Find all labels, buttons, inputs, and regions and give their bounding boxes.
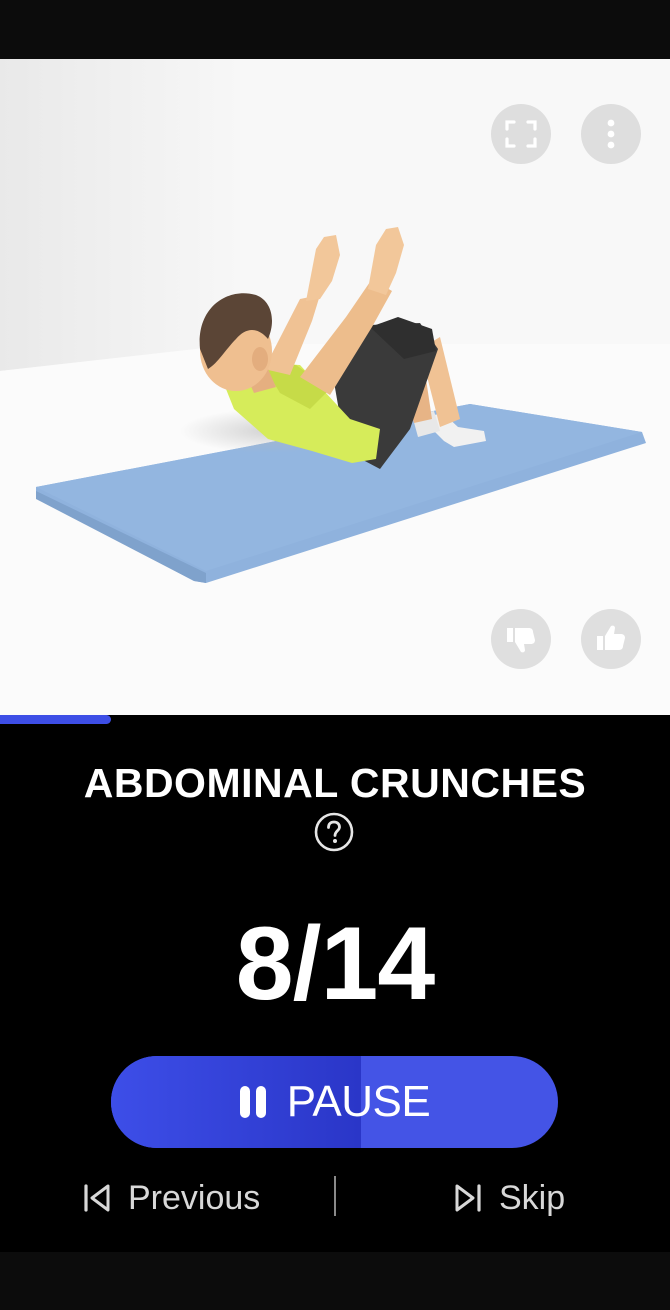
fullscreen-icon bbox=[505, 120, 537, 148]
more-options-button[interactable] bbox=[581, 104, 641, 164]
exercise-illustration bbox=[0, 59, 670, 715]
skip-previous-icon bbox=[84, 1184, 110, 1212]
exercise-navigation: Previous Skip bbox=[0, 1170, 670, 1226]
exercise-title: ABDOMINAL CRUNCHES bbox=[83, 760, 587, 806]
pause-button[interactable]: PAUSE bbox=[111, 1056, 558, 1148]
skip-next-icon bbox=[455, 1184, 481, 1212]
dislike-button[interactable] bbox=[491, 609, 551, 669]
rep-counter: 8/14 bbox=[235, 906, 435, 1022]
thumbs-up-icon bbox=[597, 625, 625, 650]
system-navigation-bar bbox=[0, 1252, 670, 1310]
workout-progress-bar bbox=[0, 715, 670, 724]
skip-button[interactable]: Skip bbox=[453, 1170, 565, 1226]
help-button[interactable] bbox=[314, 812, 354, 852]
thumbs-down-icon bbox=[507, 628, 535, 653]
pause-icon bbox=[239, 1086, 266, 1118]
like-button[interactable] bbox=[581, 609, 641, 669]
nav-divider bbox=[334, 1176, 336, 1216]
help-circle-icon bbox=[314, 812, 354, 852]
skip-label: Skip bbox=[499, 1178, 566, 1217]
previous-button[interactable]: Previous bbox=[82, 1170, 260, 1226]
workout-progress-fill bbox=[0, 715, 112, 724]
status-bar bbox=[0, 0, 670, 59]
exercise-video bbox=[0, 59, 670, 715]
pause-label: PAUSE bbox=[286, 1077, 431, 1126]
previous-label: Previous bbox=[128, 1178, 261, 1217]
more-vertical-icon bbox=[607, 119, 615, 149]
fullscreen-button[interactable] bbox=[491, 104, 551, 164]
